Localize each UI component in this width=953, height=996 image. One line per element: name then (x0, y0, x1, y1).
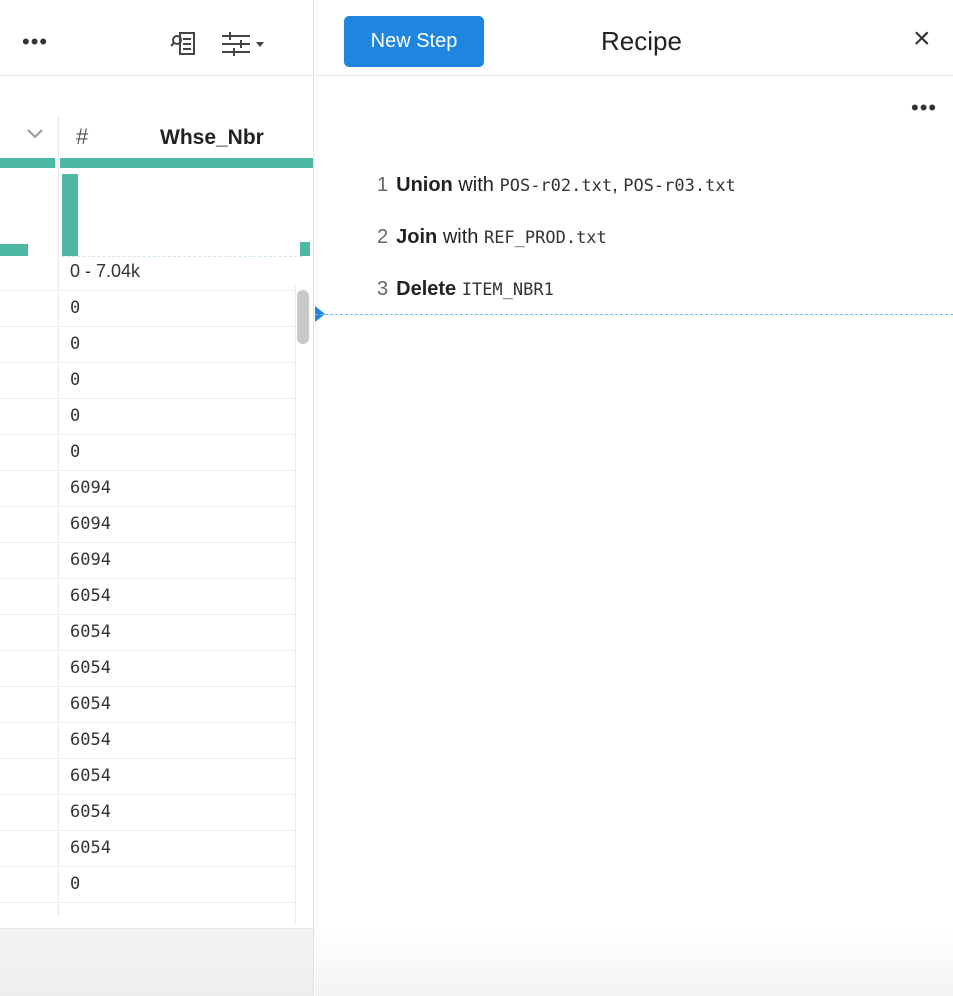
row-divider (0, 794, 295, 795)
grid-more-options-icon[interactable]: ••• (22, 31, 48, 53)
grid-toolbar: ••• (0, 6, 313, 76)
step-verb: Union (396, 174, 453, 196)
filter-sliders-icon[interactable] (220, 30, 266, 58)
row-divider (0, 470, 295, 471)
step-verb: Delete (396, 278, 457, 300)
recipe-step-delete[interactable]: 3 Delete ITEM_NBR1 (377, 278, 554, 301)
histogram-bar[interactable] (300, 242, 310, 256)
histogram-range-label: 0 - 7.04k (70, 261, 141, 281)
column-histogram[interactable] (0, 168, 313, 258)
row-divider (0, 542, 295, 543)
step-verb: Join (396, 226, 438, 248)
table-cell[interactable]: 0 (70, 874, 80, 894)
column-details-icon[interactable] (170, 30, 198, 58)
table-cell[interactable]: 0 (70, 298, 80, 318)
data-grid-pane: ••• # Whse_Nbr 0 - 7.04k 0 0 0 0 0 6094 … (0, 0, 314, 996)
row-divider (0, 902, 295, 903)
table-cell[interactable]: 0 (70, 406, 80, 426)
recipe-panel: New Step Recipe × ••• 1 Union with POS-r0… (315, 0, 953, 996)
row-divider (0, 830, 295, 831)
table-cell[interactable]: 6054 (70, 586, 111, 606)
step-number: 2 (377, 226, 389, 248)
row-divider (0, 614, 295, 615)
step-number: 1 (377, 174, 389, 196)
close-icon[interactable]: × (913, 24, 931, 54)
table-cell[interactable]: 6054 (70, 766, 111, 786)
table-cell[interactable]: 6054 (70, 730, 111, 750)
step-separator: , (612, 174, 618, 196)
table-cell[interactable]: 6094 (70, 550, 111, 570)
table-cell[interactable]: 0 (70, 442, 80, 462)
table-cell[interactable]: 6054 (70, 694, 111, 714)
table-cell[interactable]: 6094 (70, 478, 111, 498)
table-cell[interactable]: 6054 (70, 658, 111, 678)
vertical-scrollbar[interactable] (297, 290, 309, 344)
row-divider (0, 722, 295, 723)
recipe-header: New Step Recipe × (315, 6, 953, 76)
recipe-footer (315, 930, 953, 996)
recipe-more-options-icon[interactable]: ••• (911, 97, 937, 119)
row-divider (0, 650, 295, 651)
column-name: Whse_Nbr (160, 126, 264, 149)
new-step-button[interactable]: New Step (344, 16, 484, 67)
histogram-bar[interactable] (62, 174, 78, 256)
row-divider (0, 578, 295, 579)
step-number: 3 (377, 278, 389, 300)
row-divider (0, 326, 295, 327)
row-divider (0, 686, 295, 687)
column-quality-bar[interactable] (60, 158, 313, 168)
grid-footer (0, 928, 313, 996)
row-divider (0, 362, 295, 363)
row-divider (0, 866, 295, 867)
insertion-line (315, 314, 953, 315)
table-cell[interactable]: 6054 (70, 802, 111, 822)
row-divider (0, 434, 295, 435)
step-argument: REF_PROD.txt (483, 228, 607, 248)
chevron-down-icon[interactable] (26, 128, 44, 140)
scroll-track (295, 285, 296, 925)
prev-column-quality-bar (0, 158, 55, 168)
number-type-icon: # (76, 124, 89, 149)
step-argument: ITEM_NBR1 (461, 280, 554, 300)
table-cell[interactable]: 6094 (70, 514, 111, 534)
row-divider (0, 506, 295, 507)
prev-histogram-bar (0, 244, 28, 256)
histogram-baseline (62, 256, 302, 257)
step-text: with (458, 174, 494, 196)
recipe-step-join[interactable]: 2 Join with REF_PROD.txt (377, 226, 607, 249)
row-divider (0, 398, 295, 399)
row-divider (0, 758, 295, 759)
table-cell[interactable]: 0 (70, 334, 80, 354)
column-header[interactable]: # Whse_Nbr (0, 116, 313, 158)
table-cell[interactable]: 0 (70, 370, 80, 390)
step-argument: POS-r03.txt (623, 176, 736, 196)
step-text: with (442, 226, 479, 248)
step-argument: POS-r02.txt (499, 176, 613, 196)
table-cell[interactable]: 6054 (70, 622, 111, 642)
recipe-step-union[interactable]: 1 Union with POS-r02.txt, POS-r03.txt (377, 174, 736, 197)
row-divider (0, 290, 295, 291)
table-cell[interactable]: 6054 (70, 838, 111, 858)
recipe-title: Recipe (601, 26, 682, 56)
